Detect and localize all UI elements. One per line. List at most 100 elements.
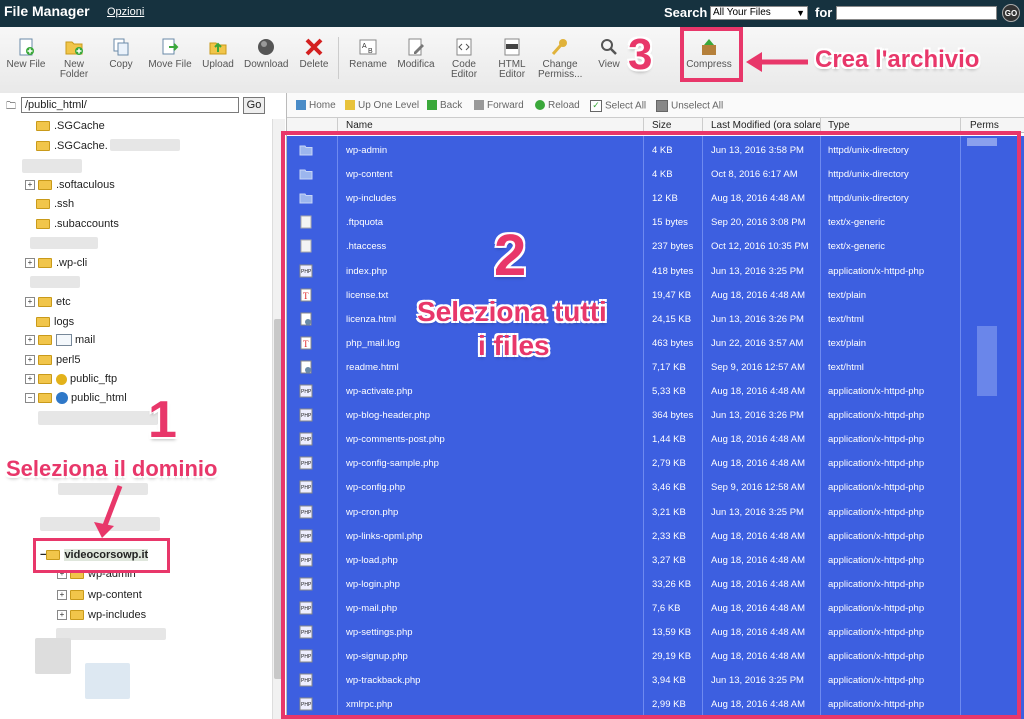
column-name[interactable]: Name <box>346 120 373 131</box>
change-permissions-button[interactable]: Change Permiss... <box>538 37 582 80</box>
tree-item-domain[interactable]: − videocorsowp.it <box>40 549 149 561</box>
column-type[interactable]: Type <box>828 120 850 131</box>
file-type: httpd/unix-directory <box>828 169 909 180</box>
table-row[interactable]: licenza.html 24,15 KB Jun 13, 2016 3:26 PM… <box>287 307 1024 331</box>
search-input[interactable] <box>836 6 997 20</box>
table-row[interactable]: PHP wp-activate.php 5,33 KB Aug 18, 2016 4:… <box>287 379 1024 403</box>
table-row[interactable]: PHP wp-blog-header.php 364 bytes Jun 13, 20… <box>287 403 1024 427</box>
column-modified[interactable]: Last Modified (ora solare <box>711 120 821 131</box>
tree-item-perl5[interactable]: + perl5 <box>25 354 80 366</box>
expand-icon[interactable]: + <box>25 297 35 308</box>
folder-icon <box>38 374 52 385</box>
html-editor-button[interactable]: HTML Editor <box>496 37 528 80</box>
expand-icon[interactable]: + <box>25 355 35 366</box>
tree-item-sgcache[interactable]: .SGCache <box>36 120 105 132</box>
collapse-icon[interactable]: − <box>25 393 35 404</box>
tree-item-public-html[interactable]: − public_html <box>25 392 127 405</box>
expand-icon[interactable]: + <box>25 258 35 269</box>
table-row[interactable]: PHP xmlrpc.php 2,99 KB Aug 18, 2016 4:48 AM… <box>287 692 1024 716</box>
table-row[interactable]: wp-includes 12 KB Aug 18, 2016 4:48 AM http… <box>287 186 1024 210</box>
table-row[interactable]: .ftpquota 15 bytes Sep 20, 2016 3:08 PM tex… <box>287 210 1024 234</box>
column-divider <box>643 136 644 719</box>
selected-domain-highlight[interactable]: − videocorsowp.it <box>33 538 170 573</box>
tree-item-subaccounts[interactable]: .subaccounts <box>36 218 119 230</box>
table-row[interactable]: PHP wp-mail.php 7,6 KB Aug 18, 2016 4:48 AM… <box>287 596 1024 620</box>
tree-item-wp-includes[interactable]: + wp-includes <box>57 609 146 621</box>
tree-item-wp-cli[interactable]: + .wp-cli <box>25 257 87 269</box>
expand-icon[interactable]: + <box>25 180 35 191</box>
select-all-label: Select All <box>605 100 647 112</box>
table-row[interactable]: wp-admin 4 KB Jun 13, 2016 3:58 PM httpd/un… <box>287 138 1024 162</box>
tree-scrollbar-thumb[interactable] <box>274 319 283 679</box>
file-type: application/x-httpd-php <box>828 699 925 710</box>
tree-scrollbar[interactable] <box>272 119 285 719</box>
table-row[interactable]: wp-content 4 KB Oct 8, 2016 6:17 AM httpd/u… <box>287 162 1024 186</box>
options-link[interactable]: Opzioni <box>107 6 144 18</box>
rename-button[interactable]: AB Rename <box>348 37 388 70</box>
upload-button[interactable]: Upload <box>202 37 234 70</box>
tree-item-label: wp-content <box>88 589 142 601</box>
table-row[interactable]: PHP wp-comments-post.php 1,44 KB Aug 18, 20… <box>287 427 1024 451</box>
table-row[interactable]: PHP wp-load.php 3,27 KB Aug 18, 2016 4:48 A… <box>287 548 1024 572</box>
tree-item-label: .ssh <box>54 198 75 210</box>
expand-icon[interactable]: + <box>57 610 67 621</box>
modifica-button[interactable]: Modifica <box>396 37 436 70</box>
tree-item-wp-content[interactable]: + wp-content <box>57 589 142 601</box>
table-row[interactable]: PHP wp-links-opml.php 2,33 KB Aug 18, 2016 … <box>287 524 1024 548</box>
new-folder-button[interactable]: New Folder <box>56 37 92 80</box>
table-row[interactable]: PHP wp-cron.php 3,21 KB Jun 13, 2016 3:25 P… <box>287 500 1024 524</box>
table-row[interactable]: PHP index.php 418 bytes Jun 13, 2016 3:25 P… <box>287 259 1024 283</box>
tree-item-mail[interactable]: + mail <box>25 334 95 347</box>
table-row[interactable]: PHP wp-signup.php 29,19 KB Aug 18, 2016 4:4… <box>287 644 1024 668</box>
file-name: wp-comments-post.php <box>346 434 445 445</box>
table-row[interactable]: .htaccess 237 bytes Oct 12, 2016 10:35 PM t… <box>287 234 1024 258</box>
expand-icon[interactable]: + <box>25 335 35 346</box>
tree-item-public-ftp[interactable]: + public_ftp <box>25 373 117 385</box>
forward-button[interactable]: Forward <box>474 100 524 111</box>
search-go-button[interactable]: GO <box>1002 4 1020 22</box>
expand-icon[interactable]: + <box>57 590 67 601</box>
table-row[interactable]: PHP wp-login.php 33,26 KB Aug 18, 2016 4:48… <box>287 572 1024 596</box>
globe-icon <box>56 392 68 405</box>
download-button[interactable]: Download <box>244 37 288 70</box>
copy-button[interactable]: Copy <box>106 37 136 70</box>
unselect-all-button[interactable]: Unselect All <box>656 100 723 112</box>
tree-item-softaculous[interactable]: + .softaculous <box>25 179 115 191</box>
new-file-button[interactable]: New File <box>6 37 46 70</box>
new-folder-icon <box>65 41 83 55</box>
tree-item-ssh[interactable]: .ssh <box>36 198 74 210</box>
table-row[interactable]: PHP wp-trackback.php 3,94 KB Jun 13, 2016 3… <box>287 668 1024 692</box>
path-go-button[interactable]: Go <box>243 97 265 114</box>
code-editor-button[interactable]: Code Editor <box>448 37 480 80</box>
column-perms[interactable]: Perms <box>970 120 999 131</box>
table-row[interactable]: PHP wp-config.php 3,46 KB Sep 9, 2016 12:58… <box>287 475 1024 499</box>
step-2-line-2: i files <box>478 330 550 361</box>
table-row[interactable]: PHP wp-config-sample.php 2,79 KB Aug 18, 20… <box>287 451 1024 475</box>
table-row[interactable]: readme.html 7,17 KB Sep 9, 2016 12:57 AM te… <box>287 355 1024 379</box>
delete-button[interactable]: Delete <box>298 37 330 70</box>
folder-icon <box>299 193 313 204</box>
column-size[interactable]: Size <box>652 120 671 131</box>
view-button[interactable]: View <box>596 37 622 70</box>
table-row[interactable]: Tlicense.txt 19,47 KB Aug 18, 2016 4:48 AM… <box>287 283 1024 307</box>
php-file-icon: PHP <box>299 384 313 398</box>
search-scope-select[interactable]: All Your Files ▼ <box>710 6 808 20</box>
tree-item-etc[interactable]: + etc <box>25 296 71 308</box>
up-level-button[interactable]: Up One Level <box>345 100 419 111</box>
move-file-button[interactable]: Move File <box>148 37 192 70</box>
php-file-icon: PHP <box>299 697 313 711</box>
reload-button[interactable]: Reload <box>535 100 580 111</box>
file-name: index.php <box>346 266 388 277</box>
table-row[interactable]: Tphp_mail.log 463 bytes Jun 22, 2016 3:57 … <box>287 331 1024 355</box>
path-input[interactable]: /public_html/ <box>21 97 239 113</box>
home-button[interactable]: Home <box>296 100 336 111</box>
tree-item-logs[interactable]: logs <box>36 316 74 328</box>
table-row[interactable]: PHP wp-settings.php 13,59 KB Aug 18, 2016 4… <box>287 620 1024 644</box>
tree-item-sgcache-2[interactable]: .SGCache. <box>36 140 108 152</box>
file-size: 19,47 KB <box>652 290 692 301</box>
compress-button[interactable]: Compress <box>686 37 732 70</box>
generic-file-icon <box>300 239 312 253</box>
expand-icon[interactable]: + <box>25 374 35 385</box>
back-button[interactable]: Back <box>427 100 462 111</box>
select-all-button[interactable]: ✓ Select All <box>590 100 646 112</box>
